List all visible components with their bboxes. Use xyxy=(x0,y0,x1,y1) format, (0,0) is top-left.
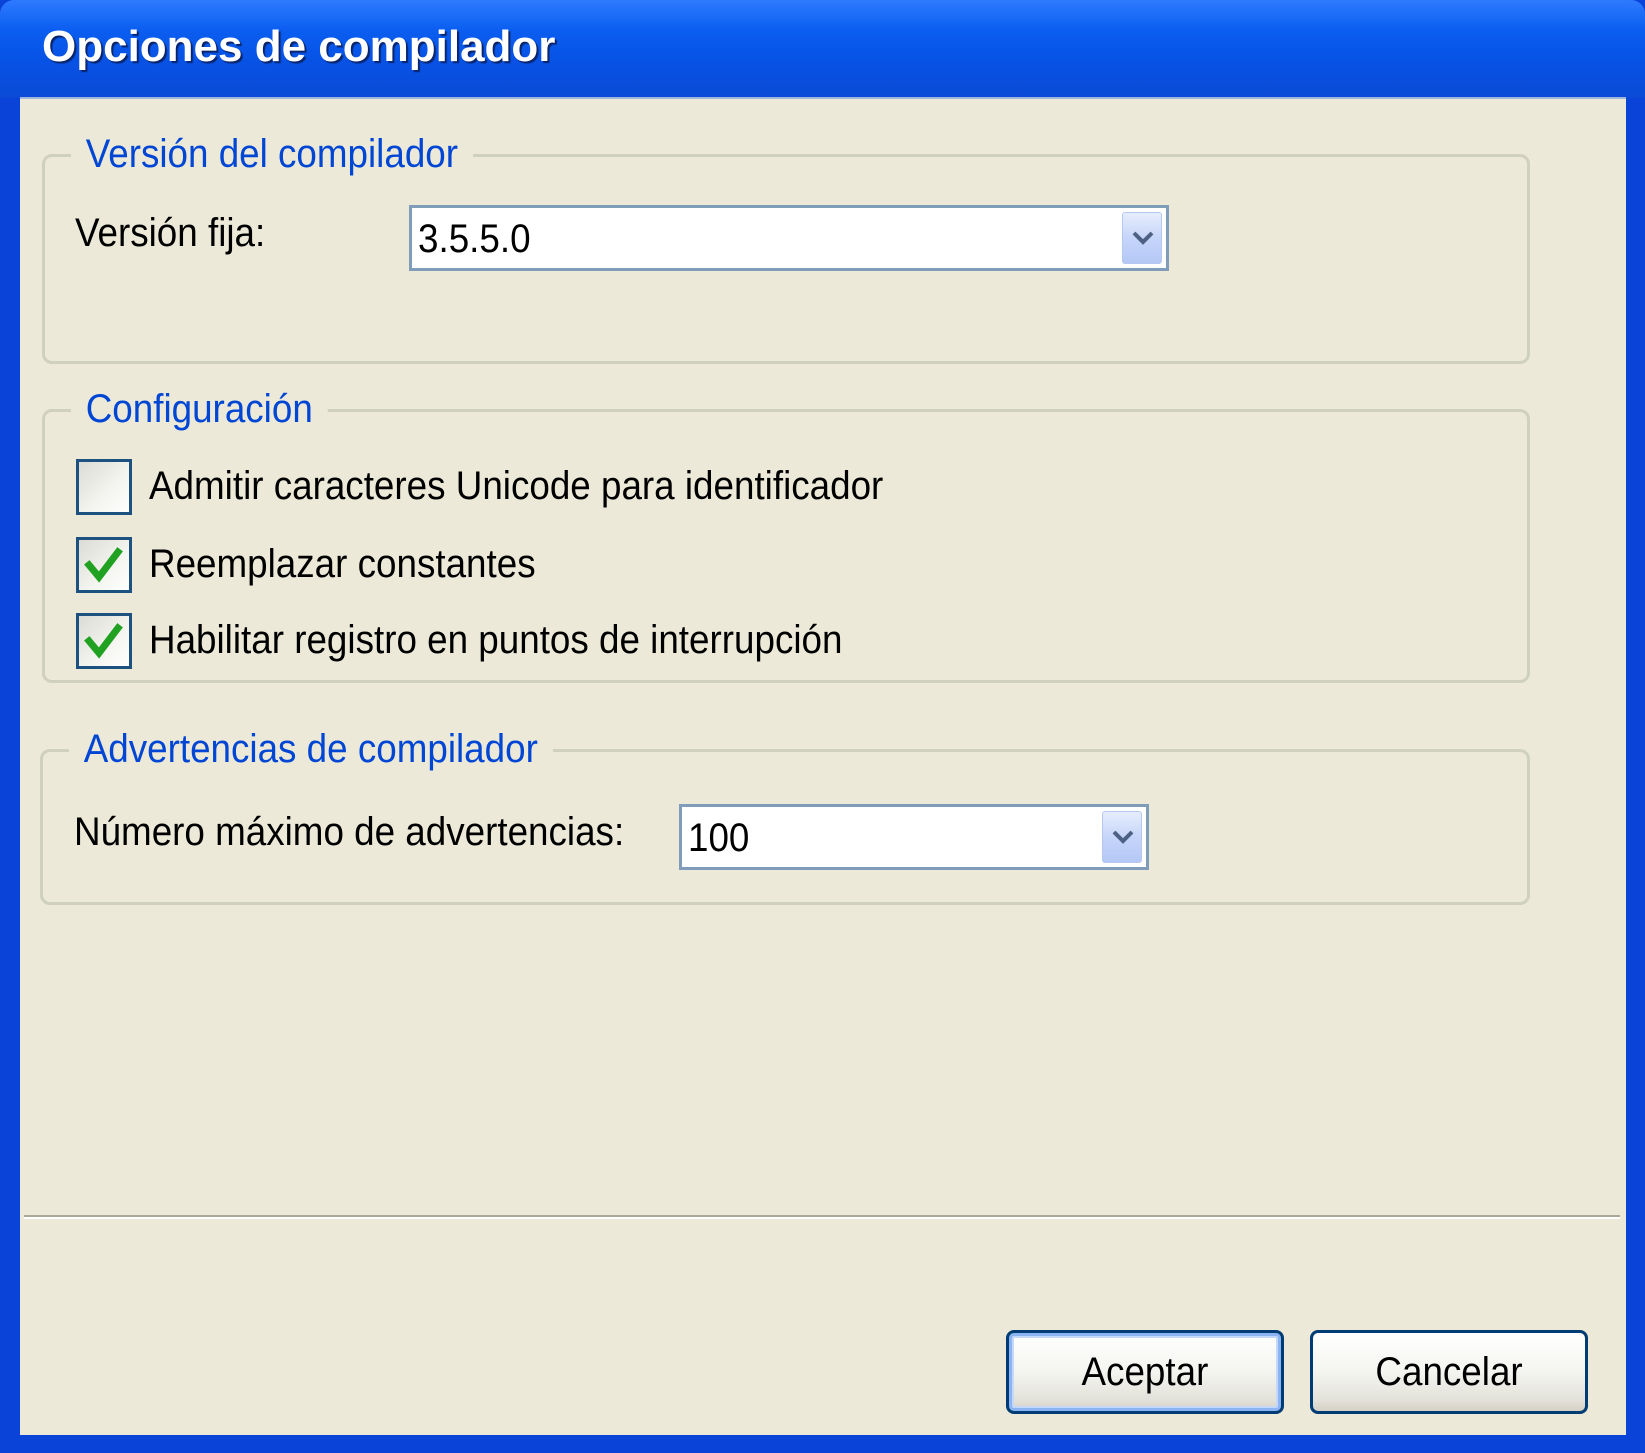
configuration-group: Configuración Admitir caracteres Unicode… xyxy=(42,384,1530,683)
max-warnings-label: Número máximo de advertencias: xyxy=(74,810,625,854)
fixed-version-label: Versión fija: xyxy=(75,211,266,255)
footer-separator xyxy=(24,1215,1620,1219)
fixed-version-dropdown-button[interactable] xyxy=(1122,212,1162,264)
cancel-button-label: Cancelar xyxy=(1375,1350,1523,1394)
replace-constants-checkbox[interactable] xyxy=(76,537,132,593)
dialog-title: Opciones de compilador xyxy=(42,22,556,71)
compiler-warnings-group: Advertencias de compilador Número máximo… xyxy=(40,724,1530,905)
fixed-version-combobox[interactable]: 3.5.5.0 xyxy=(409,205,1169,271)
cancel-button[interactable]: Cancelar xyxy=(1310,1330,1588,1414)
configuration-group-title: Configuración xyxy=(71,384,328,434)
chevron-down-icon xyxy=(1112,830,1134,844)
max-warnings-value: 100 xyxy=(688,816,750,860)
checkmark-icon xyxy=(84,547,123,583)
max-warnings-dropdown-button[interactable] xyxy=(1102,811,1142,863)
max-warnings-combobox[interactable]: 100 xyxy=(679,804,1149,870)
title-bar[interactable]: Opciones de compilador xyxy=(0,0,1645,98)
chevron-down-icon xyxy=(1132,231,1154,245)
breakpoint-logging-checkbox[interactable] xyxy=(76,613,132,669)
breakpoint-logging-label[interactable]: Habilitar registro en puntos de interrup… xyxy=(149,615,842,665)
unicode-identifiers-label[interactable]: Admitir caracteres Unicode para identifi… xyxy=(149,461,883,511)
replace-constants-label[interactable]: Reemplazar constantes xyxy=(149,539,536,589)
compiler-warnings-group-title: Advertencias de compilador xyxy=(69,724,553,774)
dialog-client-area: Versión del compilador Versión fija: 3.5… xyxy=(20,97,1626,1435)
compiler-version-group-title: Versión del compilador xyxy=(71,129,473,179)
ok-button-label: Aceptar xyxy=(1081,1350,1209,1394)
checkmark-icon xyxy=(84,623,123,659)
ok-button[interactable]: Aceptar xyxy=(1006,1330,1284,1414)
unicode-identifiers-checkbox[interactable] xyxy=(76,459,132,515)
compiler-options-dialog: Opciones de compilador Versión del compi… xyxy=(0,0,1645,1453)
compiler-version-group: Versión del compilador Versión fija: 3.5… xyxy=(42,129,1530,364)
fixed-version-value: 3.5.5.0 xyxy=(418,217,531,261)
